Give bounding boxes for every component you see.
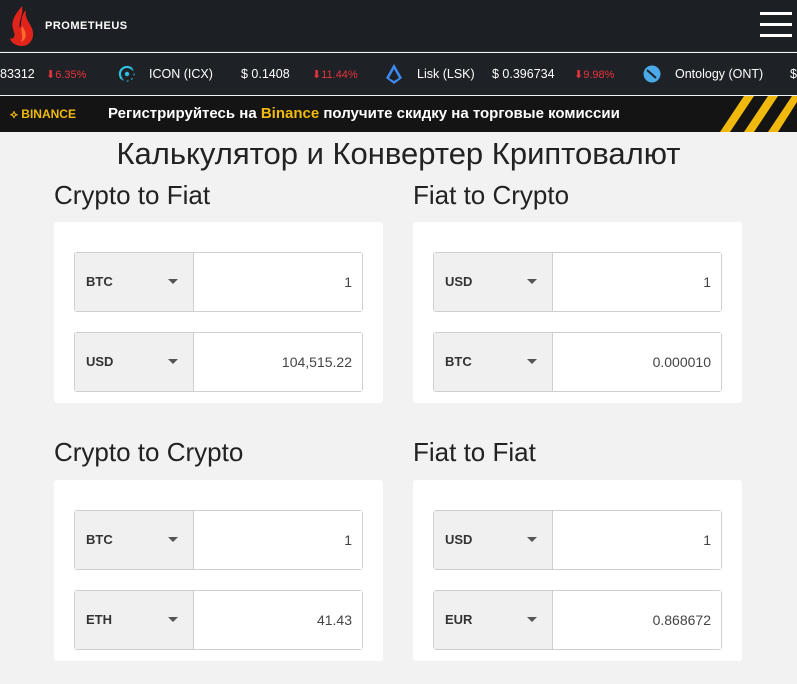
converter-from-row: USD: [433, 510, 722, 570]
converter-card-fiat-to-fiat: USD EUR: [413, 480, 742, 661]
caret-down-icon: [168, 617, 178, 622]
price-ticker: 83312 ⬇6.35% ICON (ICX) $ 0.1408 ⬇11.44%…: [0, 53, 797, 95]
converter-from-row: BTC: [74, 510, 363, 570]
ticker-price: $ 0.396734: [492, 67, 555, 81]
caret-down-icon: [168, 537, 178, 542]
caret-down-icon: [168, 279, 178, 284]
converter-card-crypto-to-fiat: BTC USD: [54, 222, 383, 403]
currency-select[interactable]: USD: [434, 253, 553, 311]
amount-input[interactable]: [195, 333, 362, 391]
amount-input[interactable]: [554, 333, 721, 391]
amount-input[interactable]: [554, 511, 721, 569]
ticker-price: $ 0.1408: [241, 67, 290, 81]
banner-decoration-icon: [720, 96, 797, 132]
hamburger-menu-icon[interactable]: [760, 12, 792, 38]
converter-to-row: ETH: [74, 590, 363, 650]
icon-coin-icon: [118, 65, 135, 82]
amount-input[interactable]: [195, 253, 362, 311]
header: PROMETHEUS: [0, 0, 797, 52]
caret-down-icon: [527, 537, 537, 542]
ticker-name: ICON (ICX): [149, 67, 213, 81]
amount-input[interactable]: [195, 511, 362, 569]
ticker-price: 83312: [0, 67, 35, 81]
amount-input[interactable]: [195, 591, 362, 649]
caret-down-icon: [527, 359, 537, 364]
flame-icon[interactable]: [8, 6, 36, 46]
ontology-coin-icon: [643, 65, 661, 83]
caret-down-icon: [527, 279, 537, 284]
ticker-change: ⬇6.35%: [46, 69, 87, 81]
ticker-change: ⬇9.98%: [574, 69, 615, 81]
banner-text: Регистрируйтесь на Binance получите скид…: [108, 105, 620, 122]
ticker-name: Ontology (ONT): [675, 67, 764, 81]
ticker-price: $: [790, 67, 797, 81]
converter-from-row: BTC: [74, 252, 363, 312]
currency-select[interactable]: USD: [434, 511, 553, 569]
binance-logo: ⟡ BINANCE: [10, 107, 76, 121]
section-title-crypto-to-fiat: Crypto to Fiat: [54, 180, 211, 210]
currency-select[interactable]: EUR: [434, 591, 553, 649]
section-title-fiat-to-crypto: Fiat to Crypto: [413, 180, 570, 210]
ticker-change: ⬇11.44%: [312, 69, 358, 81]
amount-input[interactable]: [554, 253, 721, 311]
currency-select[interactable]: BTC: [434, 333, 553, 391]
currency-select[interactable]: BTC: [75, 511, 194, 569]
section-title-crypto-to-crypto: Crypto to Crypto: [54, 437, 244, 467]
converter-card-fiat-to-crypto: USD BTC: [413, 222, 742, 403]
currency-select[interactable]: USD: [75, 333, 194, 391]
section-title-fiat-to-fiat: Fiat to Fiat: [413, 437, 536, 467]
caret-down-icon: [527, 617, 537, 622]
binance-ad-banner[interactable]: ⟡ BINANCE Регистрируйтесь на Binance пол…: [0, 96, 797, 132]
amount-input[interactable]: [554, 591, 721, 649]
currency-select[interactable]: BTC: [75, 253, 194, 311]
lisk-coin-icon: [386, 64, 402, 84]
currency-select[interactable]: ETH: [75, 591, 194, 649]
page-title: Калькулятор и Конвертер Криптовалют: [116, 136, 681, 171]
ticker-name: Lisk (LSK): [417, 67, 475, 81]
converter-to-row: EUR: [433, 590, 722, 650]
converter-to-row: USD: [74, 332, 363, 392]
caret-down-icon: [168, 359, 178, 364]
brand-name[interactable]: PROMETHEUS: [45, 20, 128, 32]
converter-to-row: BTC: [433, 332, 722, 392]
converter-card-crypto-to-crypto: BTC ETH: [54, 480, 383, 661]
converter-from-row: USD: [433, 252, 722, 312]
